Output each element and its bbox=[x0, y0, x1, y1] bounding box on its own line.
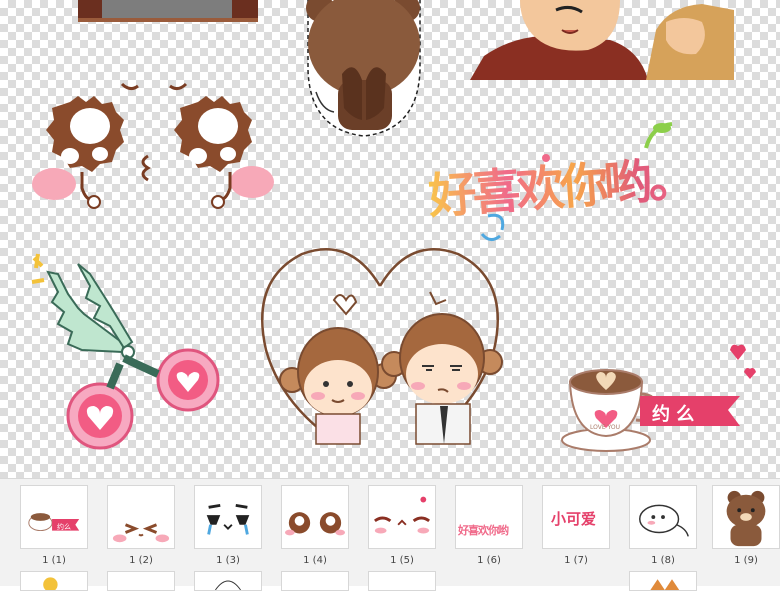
thumbnail-7[interactable]: 小可爱 bbox=[542, 485, 610, 549]
girl-monkey bbox=[279, 327, 397, 445]
surprised-eyes-sticker bbox=[32, 82, 274, 209]
thumbnail-5[interactable] bbox=[368, 485, 436, 549]
thumbnail-13[interactable] bbox=[281, 571, 349, 591]
sticker-canvas: 好喜欢你哟。 约 么 LOVE YOU bbox=[0, 0, 780, 478]
love-text-sticker: 好喜欢你哟。 bbox=[426, 118, 746, 248]
thumbnail-14[interactable] bbox=[368, 571, 436, 591]
thumbnail-label: 1 (9) bbox=[734, 555, 758, 566]
thumbnail-15[interactable] bbox=[629, 571, 697, 591]
thumbnail-8[interactable] bbox=[629, 485, 697, 549]
thumbnail-label: 1 (3) bbox=[216, 555, 240, 566]
thumbnail-6[interactable]: 好喜欢你哟 bbox=[455, 485, 523, 549]
thumbnail-12[interactable] bbox=[194, 571, 262, 591]
thumbnail-label: 1 (6) bbox=[477, 555, 501, 566]
coffee-cup-sticker bbox=[561, 344, 756, 452]
cup-text: LOVE YOU bbox=[590, 424, 620, 431]
thumbnail-label: 1 (5) bbox=[390, 555, 414, 566]
thumbnail-10[interactable] bbox=[20, 571, 88, 591]
thumbnail-4[interactable] bbox=[281, 485, 349, 549]
thumbnail-1[interactable]: 约么 bbox=[20, 485, 88, 549]
tag-text: 约 么 bbox=[652, 404, 695, 425]
thumbnail-label: 1 (7) bbox=[564, 555, 588, 566]
monkey-couple-sticker bbox=[261, 247, 503, 445]
comic-characters-photo bbox=[470, 0, 734, 80]
thumbnail-11[interactable] bbox=[107, 571, 175, 591]
heart-scissors-sticker bbox=[31, 253, 220, 450]
thumbnail-9[interactable] bbox=[712, 485, 780, 549]
thumbnail-label: 1 (4) bbox=[303, 555, 327, 566]
thumbnail-label: 1 (1) bbox=[42, 555, 66, 566]
boy-monkey bbox=[381, 313, 503, 445]
thumbnail-2[interactable] bbox=[107, 485, 175, 549]
thumbnail-6-text: 好喜欢你哟 bbox=[458, 524, 509, 537]
bear-covering-face-sticker bbox=[306, 0, 421, 137]
thumbnail-3[interactable] bbox=[194, 485, 262, 549]
thumbnail-7-text: 小可爱 bbox=[551, 510, 597, 528]
photo-frame-fragment bbox=[78, 0, 258, 22]
thumbnail-1-tag: 约么 bbox=[57, 523, 71, 531]
thumbnail-label: 1 (8) bbox=[651, 555, 675, 566]
thumbnail-strip: 约么 1 (1) 1 (2) 1 (3) 1 (4) 1 (5) 好喜欢你哟 1… bbox=[0, 478, 780, 591]
thumbnail-label: 1 (2) bbox=[129, 555, 153, 566]
